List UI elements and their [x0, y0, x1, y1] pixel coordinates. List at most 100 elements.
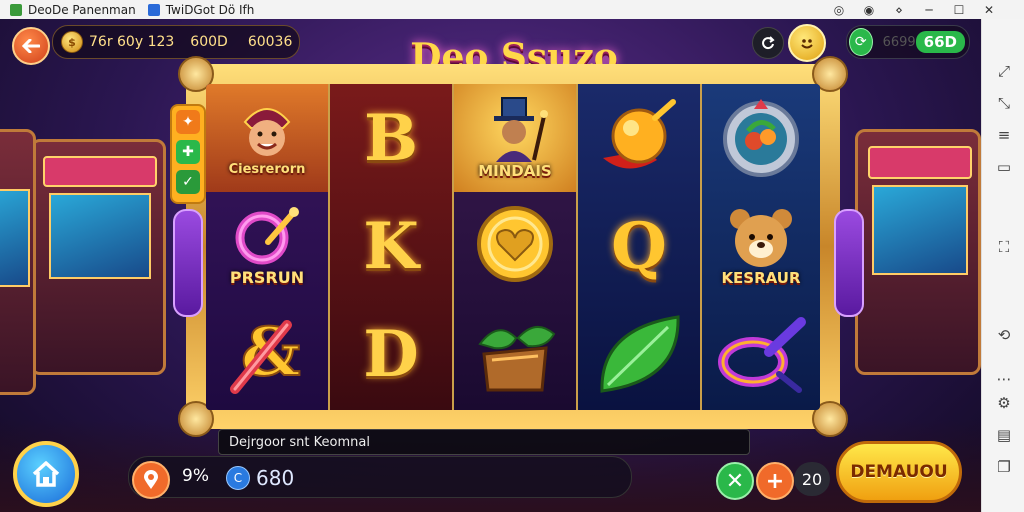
window-icon[interactable]: ▭: [994, 157, 1014, 177]
symbol-caption: MINDAIS: [478, 162, 552, 180]
bg-arcade-right: [855, 129, 981, 375]
gold-heart-coin-icon: [477, 206, 553, 282]
app-tab-2-label: TwiDGot Dö Ifh: [165, 2, 255, 17]
credit-coin-icon: C: [226, 466, 250, 490]
reel-frame: Ciesrerorn PRSRUN &: [178, 56, 848, 437]
home-icon: [32, 461, 60, 487]
back-button[interactable]: [12, 27, 50, 65]
reel-5: KESRAUR: [702, 84, 820, 410]
bg-arcade-left-far: [0, 129, 36, 395]
bet-value: 20: [794, 462, 830, 496]
symbol-cell: [578, 300, 700, 408]
minimize-button[interactable]: ─: [914, 3, 944, 17]
signal-icon[interactable]: ⋄: [884, 3, 914, 17]
reel-2: B K D: [330, 84, 454, 410]
symbol-cell: [578, 84, 700, 192]
layout-icon[interactable]: ▤: [994, 425, 1014, 445]
bear-face-icon: [730, 209, 792, 267]
right-side-pill[interactable]: [834, 209, 864, 317]
symbol-letter: K: [363, 208, 419, 284]
ribbon-knot-icon: [718, 317, 806, 393]
ampersand-stick-icon: &: [230, 312, 302, 394]
symbol-cell: &: [206, 300, 328, 408]
message-bar: Dejrgoor snt Keomnal: [218, 429, 750, 455]
symbol-letter: Q: [611, 208, 667, 284]
layers-icon[interactable]: ❐: [994, 457, 1014, 477]
symbol-cell: Ciesrerorn: [206, 84, 328, 192]
settings-icon[interactable]: ◉: [854, 3, 884, 17]
symbol-letter: D: [363, 316, 419, 392]
reel-1: Ciesrerorn PRSRUN &: [206, 84, 330, 410]
symbol-cell: Q: [578, 192, 700, 300]
location-button[interactable]: [132, 461, 170, 499]
window-controls: ◎ ◉ ⋄ ─ ☐ ✕: [824, 0, 1004, 19]
menu-icon[interactable]: ≡: [994, 125, 1014, 145]
expand-icon[interactable]: ⤢: [994, 61, 1014, 81]
spin-button[interactable]: DEMAUOU: [836, 441, 962, 503]
symbol-cell: [702, 300, 820, 408]
symbol-cell: D: [330, 300, 452, 408]
location-pin-icon: [144, 470, 158, 489]
symbol-cell: PRSRUN: [206, 192, 328, 300]
symbol-cell: KESRAUR: [702, 192, 820, 300]
back-arrow-icon: [22, 39, 40, 53]
jester-face-icon: [243, 107, 291, 156]
gems-panel: ⟳ 6699 66D: [846, 25, 970, 59]
gems-faded-value: 6699: [882, 34, 916, 50]
balance-display: C 680: [222, 463, 630, 493]
bg-arcade-left: [30, 139, 166, 375]
more-icon[interactable]: ⋯: [994, 369, 1014, 389]
home-button[interactable]: [13, 441, 79, 507]
coins-panel: $ 76r 60y 123 600D 60036: [52, 25, 300, 59]
reel-4: Q: [578, 84, 702, 410]
orange-tab-icon[interactable]: ✦: [176, 110, 200, 134]
symbol-caption: PRSRUN: [229, 267, 305, 287]
refresh-icon: [762, 36, 775, 50]
treasure-leaf-icon: [478, 326, 556, 392]
symbol-cell: B: [330, 84, 452, 192]
symbol-caption: Ciesrerorn: [228, 161, 306, 177]
percent-label: 9%: [182, 466, 209, 486]
symbol-cell: [454, 192, 576, 300]
gear-icon[interactable]: ⚙: [994, 393, 1014, 413]
game-area: $ 76r 60y 123 600D 60036 Deo Ssuzo ⟳ 669…: [0, 19, 981, 512]
symbol-cell: [702, 84, 820, 192]
reel-3: MINDAIS: [454, 84, 578, 410]
emulator-sidebar: ⤢ ⤡ ≡ ▭ ⛶ ⟲ ⋯ ⚙ ▤ ❐: [981, 19, 1024, 512]
green-leaf-icon: [600, 315, 680, 393]
green-check-tab-icon[interactable]: ✓: [176, 170, 200, 194]
gems-value: 66D: [915, 31, 965, 53]
green-tab-icon[interactable]: ✚: [176, 140, 200, 164]
balance-value: 680: [256, 466, 295, 490]
left-tab-group: ✦ ✚ ✓: [170, 104, 206, 204]
app-tab-2[interactable]: TwiDGot Dö Ifh: [147, 2, 255, 17]
cancel-bet-button[interactable]: ✕: [716, 462, 754, 500]
close-button[interactable]: ✕: [974, 3, 1004, 17]
coins-value-2: 60036: [247, 34, 293, 50]
green-cube-icon: [10, 3, 22, 16]
symbol-caption: KESRAUR: [721, 269, 801, 287]
add-bet-button[interactable]: +: [756, 462, 794, 500]
symbol-cell: MINDAIS: [454, 84, 576, 192]
fruit-badge-icon: [723, 99, 799, 177]
golden-orb-icon: [603, 99, 676, 169]
symbol-letter: B: [363, 100, 419, 176]
coins-value: 600D: [190, 34, 228, 50]
smiley-button[interactable]: [788, 24, 826, 62]
symbol-cell: [454, 300, 576, 408]
shrink-icon[interactable]: ⤡: [994, 93, 1014, 113]
magician-icon: [494, 97, 548, 162]
rotate-icon[interactable]: ⟲: [994, 325, 1014, 345]
message-text: Dejrgoor snt Keomnal: [229, 434, 370, 450]
record-icon[interactable]: ◎: [824, 3, 854, 17]
refresh-button[interactable]: [752, 27, 784, 59]
fullscreen-icon[interactable]: ⛶: [994, 237, 1014, 257]
coins-text: 76r 60y 123: [89, 34, 175, 50]
left-side-pill[interactable]: [173, 209, 203, 317]
app-tab-1[interactable]: DeoDe Panenman: [10, 3, 136, 17]
gem-refresh-icon[interactable]: ⟳: [849, 28, 873, 56]
q-wand-icon: [235, 206, 299, 264]
smiley-icon: [801, 39, 813, 49]
maximize-button[interactable]: ☐: [944, 3, 974, 17]
coin-icon: $: [61, 31, 83, 53]
